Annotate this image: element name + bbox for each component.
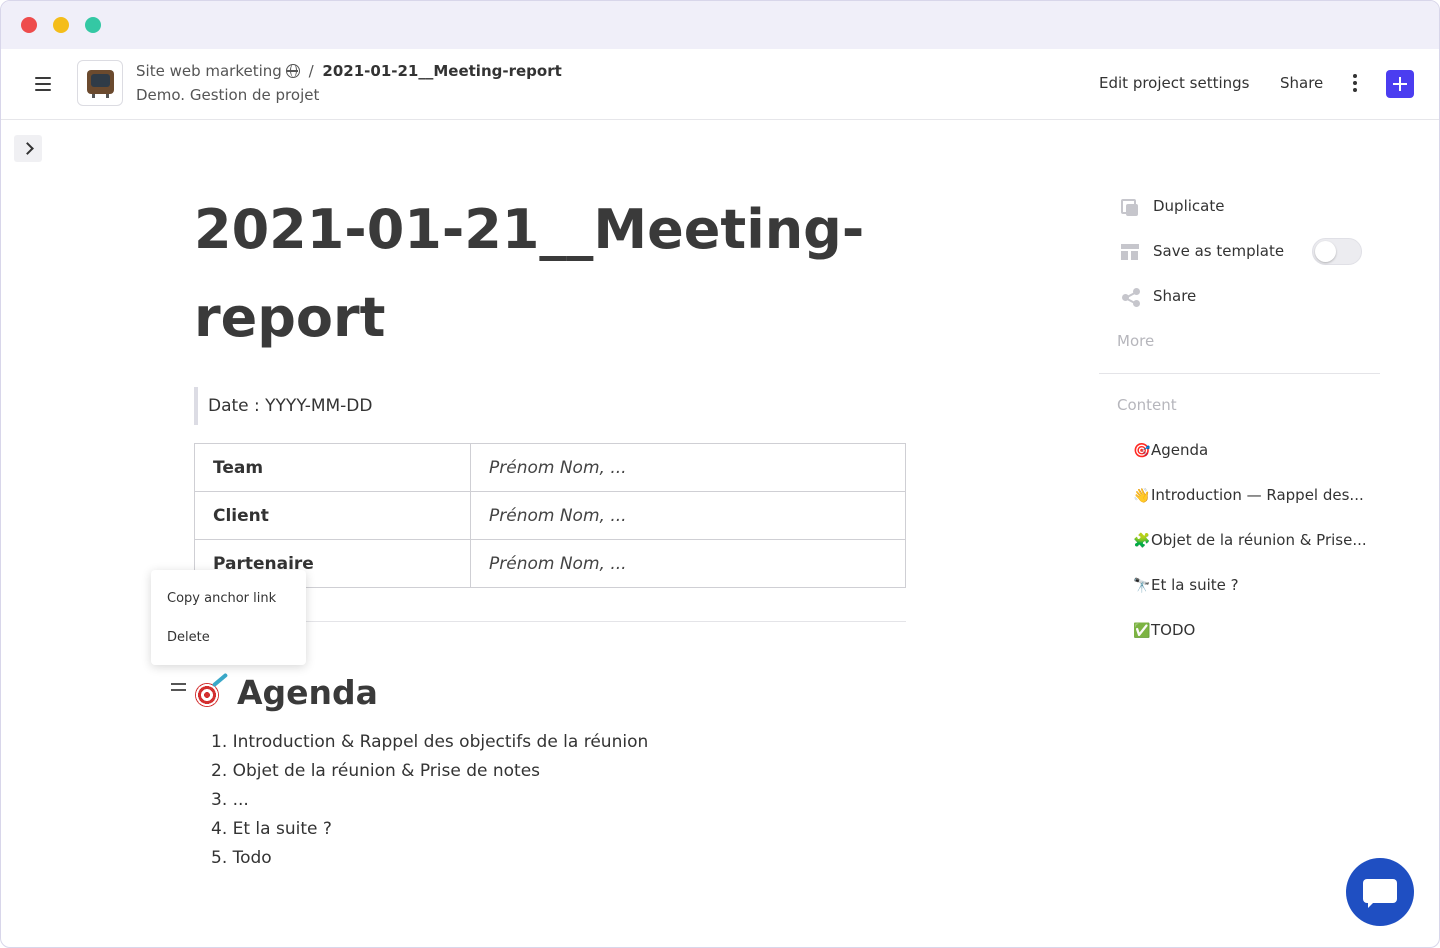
table-row: Client Prénom Nom, ...	[194, 491, 906, 540]
maximize-window-button[interactable]	[85, 17, 101, 33]
share-label: Share	[1153, 287, 1197, 305]
close-window-button[interactable]	[21, 17, 37, 33]
toc-label: TODO	[1151, 621, 1196, 639]
list-item[interactable]: 2. Objet de la réunion & Prise de notes	[211, 757, 648, 786]
list-item[interactable]: 1. Introduction & Rappel des objectifs d…	[211, 728, 648, 757]
app-window: Site web marketing / 2021-01-21__Meeting…	[0, 0, 1440, 948]
share-icon	[1121, 287, 1141, 307]
copy-anchor-link-menu-item[interactable]: Copy anchor link	[167, 591, 276, 606]
edit-project-settings-button[interactable]: Edit project settings	[1099, 74, 1249, 92]
minimize-window-button[interactable]	[53, 17, 69, 33]
breadcrumb-page[interactable]: 2021-01-21__Meeting-report	[322, 62, 561, 80]
sidebar-divider	[1099, 373, 1380, 374]
dart-icon	[211, 672, 229, 688]
date-quote[interactable]: Date : YYYY-MM-DD	[194, 387, 494, 425]
duplicate-label: Duplicate	[1153, 197, 1225, 215]
telescope-icon: 🔭	[1133, 578, 1151, 594]
agenda-heading[interactable]: Agenda	[237, 671, 378, 715]
template-icon	[1121, 244, 1139, 260]
page-title[interactable]: 2021-01-21__Meeting-report	[194, 186, 894, 362]
target-icon: 🎯	[1133, 443, 1151, 459]
check-icon: ✅	[1133, 623, 1151, 639]
share-button[interactable]: Share	[1280, 74, 1323, 92]
television-icon	[87, 70, 114, 98]
context-menu: Copy anchor link Delete	[151, 570, 306, 665]
table-row: Team Prénom Nom, ...	[194, 443, 906, 492]
table-cell-value[interactable]: Prénom Nom, ...	[470, 539, 906, 588]
save-as-template-toggle[interactable]	[1312, 238, 1362, 265]
breadcrumb-project[interactable]: Site web marketing	[136, 62, 282, 80]
chat-button[interactable]	[1346, 858, 1414, 926]
agenda-list: 1. Introduction & Rappel des objectifs d…	[211, 728, 648, 873]
breadcrumb: Site web marketing / 2021-01-21__Meeting…	[136, 62, 562, 80]
menu-icon[interactable]	[35, 77, 53, 91]
add-button[interactable]	[1386, 70, 1414, 98]
list-item[interactable]: 3. ...	[211, 786, 648, 815]
chat-bubble-tail	[1368, 900, 1376, 908]
table-cell-value[interactable]: Prénom Nom, ...	[470, 443, 906, 492]
table-cell-key[interactable]: Team	[194, 443, 471, 492]
more-section-label[interactable]: More	[1117, 332, 1154, 350]
breadcrumb-separator: /	[308, 62, 314, 80]
toc-label: Agenda	[1151, 441, 1209, 459]
toc-item-todo[interactable]: ✅TODO	[1133, 621, 1195, 639]
delete-menu-item[interactable]: Delete	[167, 630, 210, 645]
toc-label: Objet de la réunion & Prise...	[1151, 531, 1367, 549]
drag-handle-icon[interactable]	[171, 683, 187, 693]
top-header: Site web marketing / 2021-01-21__Meeting…	[1, 49, 1439, 120]
expand-sidebar-button[interactable]	[14, 135, 42, 162]
target-icon	[195, 683, 219, 707]
toc-item-et-la-suite[interactable]: 🔭Et la suite ?	[1133, 576, 1239, 594]
toc-item-agenda[interactable]: 🎯Agenda	[1133, 441, 1208, 459]
toc-item-objet[interactable]: 🧩Objet de la réunion & Prise...	[1133, 531, 1367, 549]
table-cell-key[interactable]: Client	[194, 491, 471, 540]
more-options-icon[interactable]	[1351, 74, 1359, 94]
participants-table: Team Prénom Nom, ... Client Prénom Nom, …	[194, 443, 906, 588]
duplicate-icon	[1121, 199, 1139, 217]
workspace-subtitle[interactable]: Demo. Gestion de projet	[136, 86, 319, 104]
waving-hand-icon: 👋	[1133, 488, 1151, 504]
window-titlebar	[1, 1, 1439, 49]
toc-label: Et la suite ?	[1151, 576, 1239, 594]
puzzle-icon: 🧩	[1133, 533, 1151, 549]
project-avatar[interactable]	[77, 60, 123, 106]
toc-label: Introduction — Rappel des...	[1151, 486, 1364, 504]
save-as-template-label: Save as template	[1153, 242, 1285, 260]
content-section-heading: Content	[1117, 396, 1177, 414]
globe-icon	[285, 64, 300, 78]
table-cell-value[interactable]: Prénom Nom, ...	[470, 491, 906, 540]
list-item[interactable]: 5. Todo	[211, 844, 648, 873]
list-item[interactable]: 4. Et la suite ?	[211, 815, 648, 844]
toc-item-introduction[interactable]: 👋Introduction — Rappel des...	[1133, 486, 1364, 504]
